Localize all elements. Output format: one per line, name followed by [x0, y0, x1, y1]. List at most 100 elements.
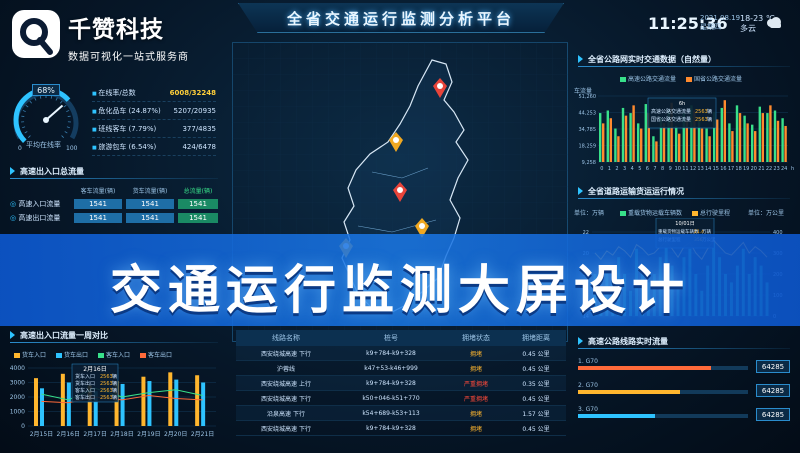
- table-cell: 西安绕城高速 下行: [261, 425, 311, 433]
- table-cell: 1.57 公里: [522, 410, 550, 418]
- date: 2021.08.19: [700, 14, 741, 22]
- freight-title: 全省道路运输货运运行情况: [578, 186, 684, 197]
- legend-item[interactable]: 货车入口: [14, 350, 46, 359]
- flow-row-label: ◎ 高速出口流量: [10, 213, 74, 223]
- legend-item[interactable]: 货车出口: [56, 350, 88, 359]
- weekly-title: 高速出入口流量一周对比: [10, 330, 108, 341]
- flow-table-header: 客车流量(辆) 货车流量(辆) 总流量(辆): [10, 186, 218, 196]
- legend-item[interactable]: 客车出口: [140, 350, 172, 359]
- bar: [700, 128, 704, 162]
- x-tick-label: 7: [653, 166, 656, 172]
- stat-row: 旅游包车 (6.54%) 424/6478: [92, 138, 216, 156]
- x-tick-label: 2月21日: [191, 431, 214, 438]
- weekly-legend: 货车入口 货车出口 客车入口 客车出口: [14, 350, 172, 359]
- bar: [754, 131, 757, 162]
- x-tick-label: 22: [766, 166, 772, 172]
- bar: [624, 115, 628, 162]
- congestion-table: 线路名称 桩号 拥堵状态 拥堵距离 西安绕城高速 下行 k9+784-k9+328…: [236, 330, 566, 436]
- speed-fill: [578, 414, 655, 418]
- x-tick-label: 21: [758, 166, 764, 172]
- table-row[interactable]: 西安绕城高速 下行 k9+784-k9+328 拥堵 0.45 公里: [236, 421, 566, 436]
- table-cell: 0.45 公里: [522, 425, 550, 433]
- bar: [147, 381, 152, 426]
- bar: [637, 123, 640, 162]
- gauge-tick: [34, 97, 37, 101]
- gauge-tick: [66, 110, 70, 112]
- flow-row: ◎ 高速入口流量 1541 1541 1541: [10, 198, 218, 210]
- x-tick-label: 14: [705, 166, 711, 172]
- table-row[interactable]: 西安绕城高速 下行 k9+784-k9+328 拥堵 0.45 公里: [236, 346, 566, 361]
- bar: [34, 378, 38, 426]
- x-tick-label: 15: [713, 166, 719, 172]
- stat-label: 班线客车 (7.79%): [92, 124, 156, 134]
- legend-item[interactable]: 国省公路交通流量: [686, 74, 742, 83]
- legend-item[interactable]: 高速公路交通流量: [620, 74, 676, 83]
- x-tick-label: 2月18日: [110, 431, 133, 438]
- stat-value: 6008/32248: [169, 88, 216, 97]
- table-row[interactable]: 西安绕城高速 下行 k50+046-k51+770 严重拥堵 0.45 公里: [236, 391, 566, 406]
- x-tick-label: 4: [631, 166, 634, 172]
- gauge-tick: [61, 135, 64, 138]
- flow-cell: 1541: [178, 199, 218, 209]
- speed-label: 2. G70: [578, 382, 598, 389]
- legend-item[interactable]: 总行驶里程: [692, 208, 730, 217]
- gauge-tick: [22, 110, 26, 112]
- legend-swatch: [98, 353, 105, 358]
- y-tick-label: 4000: [10, 365, 25, 372]
- flow-col-header: 总流量(辆): [183, 188, 213, 195]
- table-col-header: 拥堵距离: [522, 334, 550, 342]
- x-tick-label: 18: [735, 166, 741, 172]
- cloud-icon: [767, 17, 781, 28]
- logo-mark: [12, 10, 60, 58]
- tooltip-value: 2563: [695, 117, 708, 123]
- bar: [761, 113, 764, 162]
- tooltip-title: 2月16日: [83, 366, 106, 373]
- table-cell: k9+784-k9+328: [366, 349, 416, 357]
- traffic-data-title: 全省公路网实时交通数据（自然量）: [578, 54, 716, 65]
- y-tick-label: 34,785: [579, 127, 597, 133]
- y-tick-label: 9,258: [582, 160, 596, 166]
- bar: [773, 110, 777, 162]
- traffic-flow-chart: 51,26044,25334,78518,2599,2580 1 2 3 4 5 6 7 8 9 1…: [579, 94, 795, 172]
- bar: [675, 125, 678, 162]
- bar: [769, 105, 772, 162]
- legend-item[interactable]: 客车入口: [98, 350, 130, 359]
- gauge-tick: [59, 100, 63, 104]
- table-cell: k50+046-k51+770: [362, 394, 420, 402]
- bar: [728, 123, 731, 162]
- stat-label: 旅游包车 (6.54%): [92, 142, 156, 152]
- y-tick-label: 3000: [10, 380, 25, 387]
- x-tick-label: 2月15日: [30, 431, 53, 438]
- tooltip-value: 2563: [100, 388, 113, 394]
- table-row[interactable]: 西安绕城高速 上行 k9+784-k9+328 严重拥堵 0.35 公里: [236, 376, 566, 391]
- bar: [723, 100, 726, 162]
- legend-swatch: [620, 211, 626, 216]
- flow-cell: 1541: [178, 213, 218, 223]
- flow-col-header: 客车流量(辆): [80, 188, 116, 195]
- table-row[interactable]: 沿泉高速 下行 k54+689-k53+113 拥堵 1.57 公里: [236, 406, 566, 421]
- tooltip-unit: 辆: [112, 373, 117, 380]
- bar: [629, 113, 632, 162]
- table-row[interactable]: 沪蓉线 k47+53-k46+999 拥堵 0.45 公里: [236, 361, 566, 376]
- stat-value: 424/6478: [182, 142, 216, 151]
- bar: [614, 128, 617, 162]
- table-cell: 拥堵: [469, 425, 482, 433]
- bar: [735, 105, 739, 162]
- bar: [141, 376, 146, 426]
- gauge-tick: [29, 100, 33, 104]
- tooltip-label: 国省公路交通流量: [651, 116, 691, 123]
- weekday: 星期四: [700, 23, 721, 31]
- bar: [644, 104, 647, 162]
- flow-row: ◎ 高速出口流量 1541 1541 1541: [10, 212, 218, 224]
- stat-value: 377/4835: [182, 124, 216, 133]
- legend-swatch: [692, 211, 699, 216]
- flow-cell: 1541: [126, 199, 174, 209]
- table-cell: 0.45 公里: [522, 350, 550, 358]
- page-title: 全省交通运行监测分析平台: [286, 10, 515, 28]
- bar: [743, 115, 746, 162]
- table-cell: 沿泉高速 下行: [267, 410, 305, 418]
- bar: [655, 141, 658, 162]
- x-tick-label: 12: [690, 166, 696, 172]
- legend-item[interactable]: 重载货物运载车辆数: [620, 208, 682, 217]
- bar: [120, 383, 125, 426]
